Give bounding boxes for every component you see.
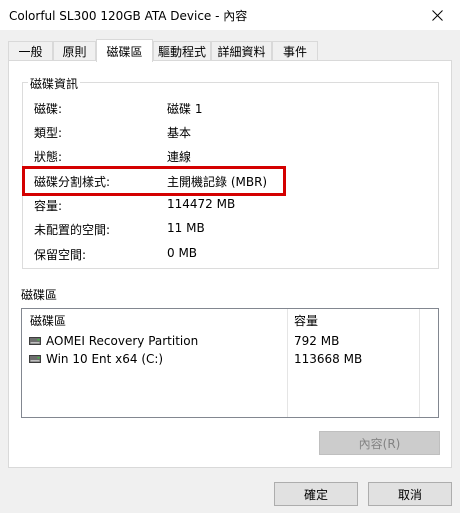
unallocated-label: 未配置的空間: (34, 223, 111, 237)
disk-value: 磁碟 1 (167, 102, 203, 116)
tab-volumes[interactable]: 磁碟區 (96, 39, 153, 62)
close-icon (431, 9, 443, 21)
volumes-group-title: 磁碟區 (21, 288, 58, 302)
reserved-value: 0 MB (167, 246, 198, 260)
list-item[interactable]: AOMEI Recovery Partition 792 MB (22, 332, 438, 350)
ok-button[interactable]: 確定 (274, 482, 358, 506)
volume-name: AOMEI Recovery Partition (46, 334, 199, 348)
drive-icon (29, 355, 41, 363)
tab-panel: 磁碟資訊 磁碟: 磁碟 1 類型: 基本 狀態: 連線 磁碟分割樣式: 主開機記… (8, 60, 452, 468)
tab-details[interactable]: 詳細資料 (211, 41, 272, 61)
capacity-label: 容量: (34, 199, 63, 213)
title-bar: Colorful SL300 120GB ATA Device - 內容 (0, 0, 460, 30)
tab-driver[interactable]: 驅動程式 (153, 41, 211, 61)
drive-icon (29, 337, 41, 345)
disk-label: 磁碟: (34, 102, 63, 116)
cancel-button[interactable]: 取消 (368, 482, 452, 506)
highlight-box (22, 166, 286, 196)
close-button[interactable] (414, 0, 460, 30)
reserved-label: 保留空間: (34, 248, 87, 262)
window-title: Colorful SL300 120GB ATA Device - 內容 (9, 9, 248, 23)
capacity-value: 114472 MB (167, 197, 236, 211)
volumes-list-header: 磁碟區 容量 (22, 309, 438, 329)
properties-button[interactable]: 內容(R) (319, 431, 440, 455)
status-label: 狀態: (34, 150, 63, 164)
volumes-list[interactable]: 磁碟區 容量 AOMEI Recovery Partition 792 MB W… (21, 308, 439, 418)
status-value: 連線 (167, 150, 192, 164)
column-header-capacity[interactable]: 容量 (294, 312, 318, 329)
tab-general[interactable]: 一般 (8, 41, 53, 61)
column-header-volume[interactable]: 磁碟區 (30, 312, 66, 329)
type-label: 類型: (34, 126, 63, 140)
type-value: 基本 (167, 126, 192, 140)
disk-info-group-title: 磁碟資訊 (28, 75, 81, 92)
volume-capacity: 792 MB (294, 334, 340, 348)
tab-events[interactable]: 事件 (272, 41, 318, 61)
unallocated-value: 11 MB (167, 221, 205, 235)
volume-capacity: 113668 MB (294, 352, 363, 366)
list-item[interactable]: Win 10 Ent x64 (C:) 113668 MB (22, 350, 438, 368)
tab-strip: 一般 原則 磁碟區 驅動程式 詳細資料 事件 (8, 39, 452, 62)
volume-name: Win 10 Ent x64 (C:) (46, 352, 164, 366)
tab-policies[interactable]: 原則 (53, 41, 96, 61)
